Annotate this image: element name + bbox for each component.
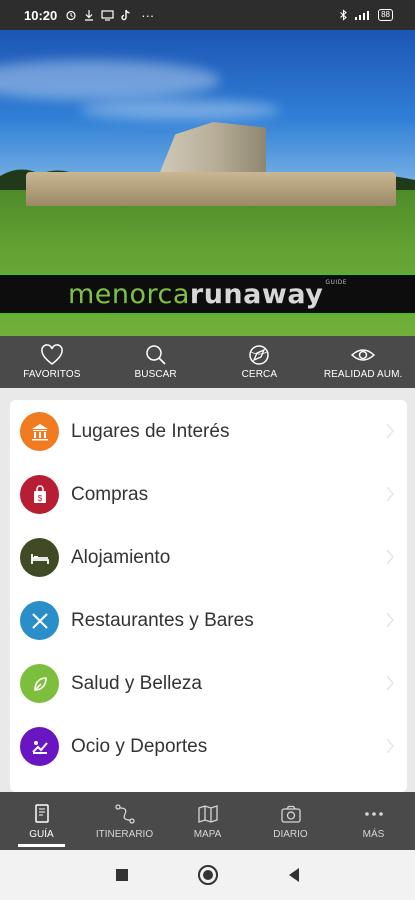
category-compras[interactable]: $ Compras xyxy=(10,463,407,526)
chevron-right-icon xyxy=(386,738,394,754)
category-label: Restaurantes y Bares xyxy=(71,609,254,631)
chevron-right-icon xyxy=(386,549,394,565)
favoritos-button[interactable]: FAVORITOS xyxy=(0,336,104,388)
status-notification-icons: ··· xyxy=(65,8,154,23)
realidad-aumentada-label: REALIDAD AUM. xyxy=(323,369,403,380)
bluetooth-icon xyxy=(340,9,347,21)
buscar-button[interactable]: BUSCAR xyxy=(104,336,208,388)
tab-label: MAPA xyxy=(193,828,222,840)
brand-logo: menorcarunaway GUIDE xyxy=(68,279,347,310)
leisure-icon xyxy=(20,727,59,766)
tab-label: MÁS xyxy=(362,828,385,840)
brand-sub: GUIDE xyxy=(325,278,348,286)
bottom-navigation: GUÍA ITINERARIO MAPA DIARIO MÁS xyxy=(0,792,415,850)
brand-banner: menorcarunaway GUIDE xyxy=(0,273,415,315)
cast-icon xyxy=(101,10,114,21)
quick-actions-bar: FAVORITOS BUSCAR CERCA REALIDAD AUM. xyxy=(0,336,415,388)
hero-cloud xyxy=(80,100,280,120)
buscar-label: BUSCAR xyxy=(134,369,177,380)
category-salud-y-belleza[interactable]: Salud y Belleza xyxy=(10,652,407,715)
category-alojamiento[interactable]: Alojamiento xyxy=(10,526,407,589)
signal-icon xyxy=(355,11,370,20)
favoritos-label: FAVORITOS xyxy=(23,369,81,380)
back-button[interactable] xyxy=(287,867,301,883)
tab-guia[interactable]: GUÍA xyxy=(0,792,83,850)
realidad-aumentada-button[interactable]: REALIDAD AUM. xyxy=(311,336,415,388)
tab-label: DIARIO xyxy=(273,828,308,840)
system-navigation xyxy=(0,850,415,900)
tab-mapa[interactable]: MAPA xyxy=(166,792,249,850)
category-restaurantes-y-bares[interactable]: Restaurantes y Bares xyxy=(10,589,407,652)
category-label: Salud y Belleza xyxy=(71,672,202,694)
battery-icon: 88 xyxy=(378,9,393,21)
category-label: Compras xyxy=(71,483,149,505)
category-label: Lugares de Interés xyxy=(71,420,230,442)
status-time: 10:20 xyxy=(24,7,58,23)
cerca-label: CERCA xyxy=(241,369,278,380)
chevron-right-icon xyxy=(386,612,394,628)
tab-label: GUÍA xyxy=(29,828,54,840)
triangle-back-icon xyxy=(288,868,299,882)
tab-itinerario[interactable]: ITINERARIO xyxy=(83,792,166,850)
category-label: Alojamiento xyxy=(71,546,171,568)
cerca-button[interactable]: CERCA xyxy=(208,336,312,388)
chevron-right-icon xyxy=(386,675,394,691)
circle-icon xyxy=(197,865,218,885)
shopping-bag-icon: $ xyxy=(20,475,59,514)
category-lugares-de-interes[interactable]: Lugares de Interés xyxy=(10,400,407,463)
chevron-right-icon xyxy=(386,423,394,439)
status-right: 88 xyxy=(339,9,393,21)
brand-part1: menorca xyxy=(67,278,190,310)
chevron-right-icon xyxy=(386,486,394,502)
home-button[interactable] xyxy=(197,864,219,886)
status-bar: 10:20 ··· 88 xyxy=(0,0,415,30)
brand-part2: runaway xyxy=(189,278,324,310)
download-icon xyxy=(85,10,94,21)
svg-text:$: $ xyxy=(37,494,42,503)
leaf-icon xyxy=(20,664,59,703)
tab-mas[interactable]: MÁS xyxy=(332,792,415,850)
cutlery-icon xyxy=(20,601,59,640)
more-icon xyxy=(364,811,383,816)
tab-label: ITINERARIO xyxy=(95,828,154,840)
hero-image: menorcarunaway GUIDE xyxy=(0,30,415,336)
search-icon xyxy=(145,345,166,365)
compass-icon xyxy=(249,345,270,365)
map-icon xyxy=(197,804,218,823)
category-label: Ocio y Deportes xyxy=(71,735,208,757)
tab-diario[interactable]: DIARIO xyxy=(249,792,332,850)
square-icon xyxy=(115,869,128,881)
bed-icon xyxy=(20,538,59,577)
recents-button[interactable] xyxy=(115,868,129,882)
book-icon xyxy=(34,803,49,823)
route-icon xyxy=(114,803,135,824)
museum-icon xyxy=(20,412,59,451)
more-icon: ··· xyxy=(141,7,155,23)
categories-list: Lugares de Interés $ Compras Alojamiento… xyxy=(10,400,407,792)
heart-icon xyxy=(41,344,63,365)
alarm-icon xyxy=(66,10,76,21)
tiktok-icon xyxy=(121,9,130,21)
category-ocio-y-deportes[interactable]: Ocio y Deportes xyxy=(10,715,407,778)
camera-icon xyxy=(280,805,301,823)
hero-wall xyxy=(26,172,396,206)
eye-icon xyxy=(351,349,376,361)
status-left: 10:20 ··· xyxy=(24,8,154,23)
